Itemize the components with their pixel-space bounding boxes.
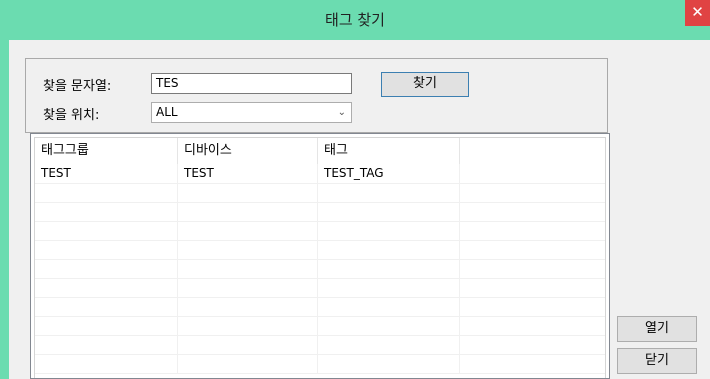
results-list[interactable]: 태그그룹 디바이스 태그 TEST TEST TEST_TAG xyxy=(30,133,610,379)
empty-row xyxy=(35,259,605,279)
column-header-tag-group[interactable]: 태그그룹 xyxy=(35,138,178,164)
column-header-empty[interactable] xyxy=(460,138,605,164)
column-header-device[interactable]: 디바이스 xyxy=(178,138,318,164)
close-window-button[interactable]: ✕ xyxy=(685,0,710,26)
empty-row xyxy=(35,240,605,260)
find-button[interactable]: 찾기 xyxy=(381,72,469,97)
empty-row xyxy=(35,278,605,298)
tag-find-dialog: 태그 찾기 ✕ 찾을 문자열: TES 찾을 위치: ALL ⌄ 찾기 태그그룹… xyxy=(0,0,710,379)
find-text-input[interactable]: TES xyxy=(151,73,352,94)
window-title: 태그 찾기 xyxy=(325,11,385,29)
empty-row xyxy=(35,202,605,222)
empty-row xyxy=(35,316,605,336)
empty-row xyxy=(35,335,605,355)
open-button[interactable]: 열기 xyxy=(617,316,697,342)
column-header-tag[interactable]: 태그 xyxy=(318,138,460,164)
empty-row xyxy=(35,183,605,203)
location-label: 찾을 위치: xyxy=(43,108,100,123)
empty-row xyxy=(35,221,605,241)
dialog-client-area: 찾을 문자열: TES 찾을 위치: ALL ⌄ 찾기 태그그룹 디바이스 태그… xyxy=(9,40,710,379)
cell-tag-group: TEST xyxy=(35,164,178,183)
chevron-down-icon: ⌄ xyxy=(337,107,346,118)
cell-tag: TEST_TAG xyxy=(318,164,460,183)
empty-row xyxy=(35,354,605,374)
cell-device: TEST xyxy=(178,164,318,183)
title-bar[interactable]: 태그 찾기 ✕ xyxy=(0,0,710,40)
location-select[interactable]: ALL ⌄ xyxy=(151,102,352,123)
results-grid: 태그그룹 디바이스 태그 TEST TEST TEST_TAG xyxy=(34,137,606,378)
find-text-label: 찾을 문자열: xyxy=(43,79,112,94)
location-select-value: ALL xyxy=(156,105,178,119)
search-group-box: 찾을 문자열: TES 찾을 위치: ALL ⌄ 찾기 xyxy=(25,58,608,133)
table-row[interactable]: TEST TEST TEST_TAG xyxy=(35,164,605,184)
close-button[interactable]: 닫기 xyxy=(617,348,697,374)
close-icon: ✕ xyxy=(691,3,704,21)
empty-row xyxy=(35,297,605,317)
cell-extra xyxy=(460,164,605,183)
